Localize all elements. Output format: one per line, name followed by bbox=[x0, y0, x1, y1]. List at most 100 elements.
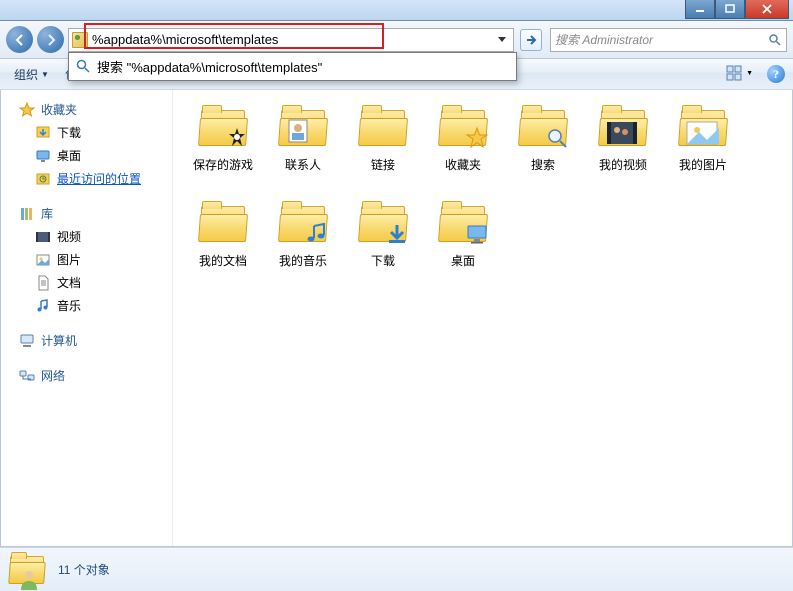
folder-icon bbox=[515, 104, 571, 152]
folder-label: 下载 bbox=[371, 254, 395, 268]
person-icon bbox=[18, 568, 40, 590]
folder-downloads[interactable]: 下载 bbox=[343, 200, 423, 296]
sidebar-group-libraries: 库 视频 图片 文档 bbox=[1, 202, 172, 317]
video-overlay-icon bbox=[605, 118, 641, 148]
sidebar-header-libraries[interactable]: 库 bbox=[1, 202, 172, 225]
autocomplete-label: 搜索 "%appdata%\microsoft\templates" bbox=[97, 57, 322, 76]
folder-label: 我的视频 bbox=[599, 158, 647, 172]
folder-icon bbox=[355, 104, 411, 152]
star-icon bbox=[19, 102, 35, 118]
sidebar-group-favorites: 收藏夹 下载 桌面 最近访问的位置 bbox=[1, 98, 172, 190]
sidebar-label: 网络 bbox=[41, 367, 65, 384]
sidebar-label: 音乐 bbox=[57, 297, 81, 314]
folder-icon bbox=[595, 104, 651, 152]
status-bar: 11 个对象 bbox=[0, 547, 793, 591]
minimize-button[interactable] bbox=[685, 0, 715, 19]
sidebar-label: 桌面 bbox=[57, 147, 81, 164]
folder-label: 链接 bbox=[371, 158, 395, 172]
address-dropdown-arrow[interactable] bbox=[494, 37, 510, 43]
status-count: 11 个对象 bbox=[58, 561, 110, 578]
folder-label: 保存的游戏 bbox=[193, 158, 253, 172]
forward-button[interactable] bbox=[37, 26, 64, 53]
search-box[interactable] bbox=[550, 28, 787, 52]
sidebar-item-documents[interactable]: 文档 bbox=[1, 271, 172, 294]
search-icon bbox=[768, 33, 782, 47]
close-button[interactable] bbox=[745, 0, 789, 19]
picture-icon bbox=[35, 252, 51, 268]
recent-icon bbox=[35, 171, 51, 187]
document-icon bbox=[35, 275, 51, 291]
folder-icon bbox=[195, 104, 251, 152]
back-button[interactable] bbox=[6, 26, 33, 53]
desktop-icon bbox=[35, 148, 51, 164]
folder-my-music[interactable]: 我的音乐 bbox=[263, 200, 343, 296]
sidebar-group-network: 网络 bbox=[1, 364, 172, 387]
folder-icon bbox=[72, 32, 88, 48]
navigation-pane: 收藏夹 下载 桌面 最近访问的位置 bbox=[1, 90, 173, 546]
address-bar[interactable]: %appdata%\microsoft\templates bbox=[68, 28, 514, 52]
sidebar-group-computer: 计算机 bbox=[1, 329, 172, 352]
maximize-button[interactable] bbox=[715, 0, 745, 19]
organize-button[interactable]: 组织 ▼ bbox=[8, 63, 55, 86]
folder-label: 桌面 bbox=[451, 254, 475, 268]
sidebar-label: 计算机 bbox=[41, 332, 77, 349]
sidebar-label: 下载 bbox=[57, 124, 81, 141]
folder-saved-games[interactable]: 保存的游戏 bbox=[183, 104, 263, 200]
folder-icon bbox=[675, 104, 731, 152]
go-button[interactable] bbox=[520, 29, 542, 51]
folder-favorites[interactable]: 收藏夹 bbox=[423, 104, 503, 200]
status-folder-icon bbox=[10, 552, 46, 588]
content-area: 收藏夹 下载 桌面 最近访问的位置 bbox=[0, 90, 793, 547]
folder-icon bbox=[435, 200, 491, 248]
organize-label: 组织 bbox=[14, 66, 38, 83]
folder-contacts[interactable]: 联系人 bbox=[263, 104, 343, 200]
sidebar-label: 文档 bbox=[57, 274, 81, 291]
sidebar-label: 图片 bbox=[57, 251, 81, 268]
computer-icon bbox=[19, 333, 35, 349]
folder-icon bbox=[195, 200, 251, 248]
sidebar-item-videos[interactable]: 视频 bbox=[1, 225, 172, 248]
folder-my-videos[interactable]: 我的视频 bbox=[583, 104, 663, 200]
folder-icon bbox=[275, 200, 331, 248]
command-bar-right: ▼ ? bbox=[725, 64, 785, 84]
sidebar-label: 库 bbox=[41, 205, 53, 222]
view-button[interactable]: ▼ bbox=[725, 64, 745, 84]
sidebar-label: 视频 bbox=[57, 228, 81, 245]
star-overlay-icon bbox=[465, 126, 489, 150]
sidebar-header-computer[interactable]: 计算机 bbox=[1, 329, 172, 352]
library-icon bbox=[19, 206, 35, 222]
sidebar-header-network[interactable]: 网络 bbox=[1, 364, 172, 387]
folder-links[interactable]: 链接 bbox=[343, 104, 423, 200]
sidebar-item-desktop[interactable]: 桌面 bbox=[1, 144, 172, 167]
folder-icon bbox=[275, 104, 331, 152]
sidebar-item-music[interactable]: 音乐 bbox=[1, 294, 172, 317]
contacts-overlay-icon bbox=[287, 118, 319, 146]
video-icon bbox=[35, 229, 51, 245]
address-text[interactable]: %appdata%\microsoft\templates bbox=[92, 32, 494, 47]
autocomplete-item[interactable]: 搜索 "%appdata%\microsoft\templates" bbox=[69, 53, 516, 80]
folder-searches[interactable]: 搜索 bbox=[503, 104, 583, 200]
help-button[interactable]: ? bbox=[767, 65, 785, 83]
file-grid[interactable]: 保存的游戏 联系人 链接 收藏夹 bbox=[173, 90, 792, 546]
games-overlay-icon bbox=[225, 126, 249, 150]
folder-icon bbox=[435, 104, 491, 152]
search-overlay-icon bbox=[545, 126, 569, 150]
folder-label: 联系人 bbox=[285, 158, 321, 172]
address-autocomplete: 搜索 "%appdata%\microsoft\templates" bbox=[68, 52, 517, 81]
folder-my-documents[interactable]: 我的文档 bbox=[183, 200, 263, 296]
download-overlay-icon bbox=[385, 222, 409, 246]
sidebar-item-pictures[interactable]: 图片 bbox=[1, 248, 172, 271]
sidebar-item-downloads[interactable]: 下载 bbox=[1, 121, 172, 144]
folder-label: 我的图片 bbox=[679, 158, 727, 172]
folder-label: 我的文档 bbox=[199, 254, 247, 268]
folder-my-pictures[interactable]: 我的图片 bbox=[663, 104, 743, 200]
desktop-overlay-icon bbox=[465, 222, 489, 246]
sidebar-header-favorites[interactable]: 收藏夹 bbox=[1, 98, 172, 121]
folder-desktop[interactable]: 桌面 bbox=[423, 200, 503, 296]
chevron-down-icon: ▼ bbox=[746, 70, 753, 77]
search-icon bbox=[75, 58, 91, 74]
search-input[interactable] bbox=[555, 33, 768, 47]
sidebar-item-recent[interactable]: 最近访问的位置 bbox=[1, 167, 172, 190]
title-bar bbox=[0, 0, 793, 21]
folder-label: 搜索 bbox=[531, 158, 555, 172]
